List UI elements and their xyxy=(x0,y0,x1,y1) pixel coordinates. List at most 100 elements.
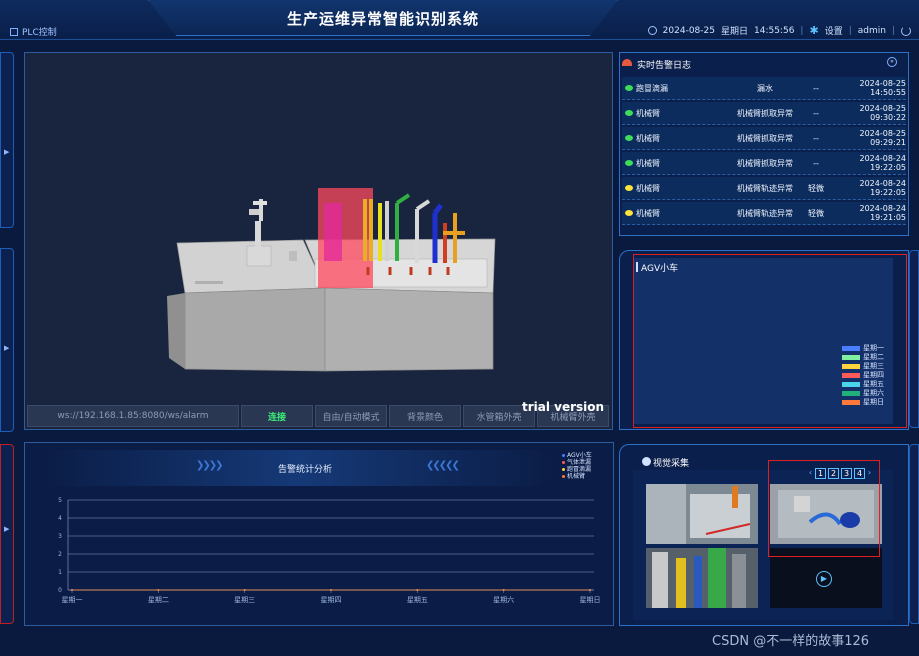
alarm-log-row[interactable]: 机械臂 机械臂轨迹异常 轻微 2024-08-24 19:22:05 xyxy=(622,177,906,200)
status-dot xyxy=(625,110,633,116)
watermark: CSDN @不一样的故事126 xyxy=(712,634,870,649)
camera-thumbnail[interactable] xyxy=(646,484,758,544)
data-point xyxy=(330,589,332,591)
status-dot xyxy=(625,210,633,216)
status-dot xyxy=(625,185,633,191)
x-tick-label: 星期日 xyxy=(580,596,601,604)
vision-title: 视觉采集 xyxy=(653,459,690,469)
chevrons-left-icon: ❮❮❮❮❮ xyxy=(426,460,460,471)
alarm-type: 机械臂抓取异常 xyxy=(737,158,793,168)
data-point xyxy=(243,589,246,591)
data-point xyxy=(71,589,73,591)
page-title: 生产运维异常智能识别系统 xyxy=(286,10,479,28)
header-divider-3: | xyxy=(891,25,895,36)
siren-icon xyxy=(622,59,632,66)
alarm-level: 轻微 xyxy=(808,208,824,218)
power-icon[interactable] xyxy=(901,25,911,36)
left-rail-top[interactable]: ▶ xyxy=(0,52,14,228)
x-tick-label: 星期四 xyxy=(321,596,342,604)
highlight-box xyxy=(633,254,907,428)
y-tick-label: 2 xyxy=(58,551,62,558)
trial-watermark: trial version xyxy=(522,400,605,414)
chart-legend[interactable]: AGV小车 气体泄漏 跑冒滴漏 机械臂 xyxy=(562,452,592,480)
clock-icon xyxy=(647,26,657,35)
plc-control-link[interactable]: PLC控制 xyxy=(10,25,57,38)
equipment-3d-render xyxy=(167,188,496,372)
left-rail-bottom[interactable]: ▶ xyxy=(0,444,14,624)
alarm-time: 2024-08-25 09:30:22 xyxy=(859,104,907,122)
highlight-box xyxy=(768,460,880,557)
plc-label: PLC控制 xyxy=(22,28,57,38)
alarm-level: -- xyxy=(813,83,819,93)
y-tick-label: 1 xyxy=(58,569,62,576)
alarm-log-row[interactable]: 机械臂 机械臂抓取异常 -- 2024-08-24 19:22:05 xyxy=(622,152,906,175)
x-tick-label: 星期一 xyxy=(62,596,83,604)
y-tick-label: 4 xyxy=(58,515,62,522)
alarm-log-title: 实时告警日志 xyxy=(637,61,692,71)
chevron-right-icon: ▶ xyxy=(4,148,10,156)
3d-viewer[interactable] xyxy=(24,52,613,430)
connect-button[interactable]: 连接 xyxy=(241,405,313,427)
legend-label: 跑冒滴漏 xyxy=(567,466,592,473)
alarm-log-row[interactable]: 机械臂 机械臂轨迹异常 轻微 2024-08-24 19:21:05 xyxy=(622,202,906,225)
gear-icon[interactable]: ✱ xyxy=(809,24,818,37)
left-rail-middle[interactable]: ▶ xyxy=(0,248,14,432)
header-divider-2: | xyxy=(848,25,852,36)
websocket-url-field[interactable]: ws://192.168.1.85:8080/ws/alarm xyxy=(27,405,239,427)
background-color-button[interactable]: 背景颜色 xyxy=(389,405,461,427)
alarm-time: 2024-08-24 19:22:05 xyxy=(859,179,907,197)
alarm-level: 轻微 xyxy=(808,183,824,193)
expand-icon[interactable]: » xyxy=(887,57,897,67)
alarm-type: 机械臂轨迹异常 xyxy=(737,208,793,218)
legend-label: 机械臂 xyxy=(567,473,586,480)
x-tick-label: 星期五 xyxy=(407,596,428,604)
legend-item[interactable]: 跑冒滴漏 xyxy=(562,466,592,473)
legend-dot xyxy=(562,468,565,471)
alarm-type: 机械臂轨迹异常 xyxy=(737,183,793,193)
alarm-type: 漏水 xyxy=(757,83,773,93)
legend-item[interactable]: AGV小车 xyxy=(562,452,592,459)
legend-label: 气体泄漏 xyxy=(567,459,592,466)
status-dot xyxy=(625,85,633,91)
alarm-level: -- xyxy=(813,158,819,168)
alarm-source: 跑冒滴漏 xyxy=(636,83,668,93)
right-rail-bottom[interactable] xyxy=(909,444,919,624)
x-tick-label: 星期三 xyxy=(234,596,255,604)
alarm-log-row[interactable]: 机械臂 机械臂抓取异常 -- 2024-08-25 09:29:21 xyxy=(622,127,906,150)
legend-label: AGV小车 xyxy=(567,452,592,459)
chevrons-right-icon: ❯❯❯❯ xyxy=(196,460,223,471)
legend-item[interactable]: 机械臂 xyxy=(562,473,592,480)
camera-icon xyxy=(642,457,651,466)
settings-link[interactable]: 设置 xyxy=(825,24,843,37)
alarm-level: -- xyxy=(813,108,819,118)
chevron-right-icon: ▶ xyxy=(4,525,10,533)
alarm-time: 2024-08-24 19:21:05 xyxy=(859,204,907,222)
alarm-source: 机械臂 xyxy=(636,183,660,193)
legend-dot xyxy=(562,461,565,464)
status-dot xyxy=(625,135,633,141)
chart-title: 告警统计分析 xyxy=(277,465,332,475)
alarm-log-row[interactable]: 跑冒滴漏 漏水 -- 2024-08-25 14:50:55 xyxy=(622,77,906,100)
legend-item[interactable]: 气体泄漏 xyxy=(562,459,592,466)
mode-toggle-button[interactable]: 自由/自动模式 xyxy=(315,405,387,427)
user-name[interactable]: admin xyxy=(858,26,886,36)
right-rail-middle[interactable] xyxy=(909,250,919,428)
alarm-time: 2024-08-25 14:50:55 xyxy=(859,79,907,97)
data-point xyxy=(589,589,591,591)
data-point xyxy=(157,589,160,591)
chevron-right-icon: ▶ xyxy=(4,344,10,352)
alarm-time: 2024-08-25 09:29:21 xyxy=(859,129,907,147)
alarm-type: 机械臂抓取异常 xyxy=(737,108,793,118)
alarm-log-row[interactable]: 机械臂 机械臂抓取异常 -- 2024-08-25 09:30:22 xyxy=(622,102,906,125)
status-dot xyxy=(625,160,633,166)
x-tick-label: 星期二 xyxy=(148,596,169,604)
alarm-source: 机械臂 xyxy=(636,108,660,118)
header-date: 2024-08-25 xyxy=(662,25,715,36)
play-icon[interactable]: ▶ xyxy=(816,571,832,587)
header-time: 14:55:56 xyxy=(754,25,795,36)
alarm-source: 机械臂 xyxy=(636,208,660,218)
header-weekday: 星期日 xyxy=(720,27,748,37)
alarm-time: 2024-08-24 19:22:05 xyxy=(859,154,907,172)
camera-thumbnail[interactable] xyxy=(646,548,758,608)
plc-icon xyxy=(10,27,18,36)
